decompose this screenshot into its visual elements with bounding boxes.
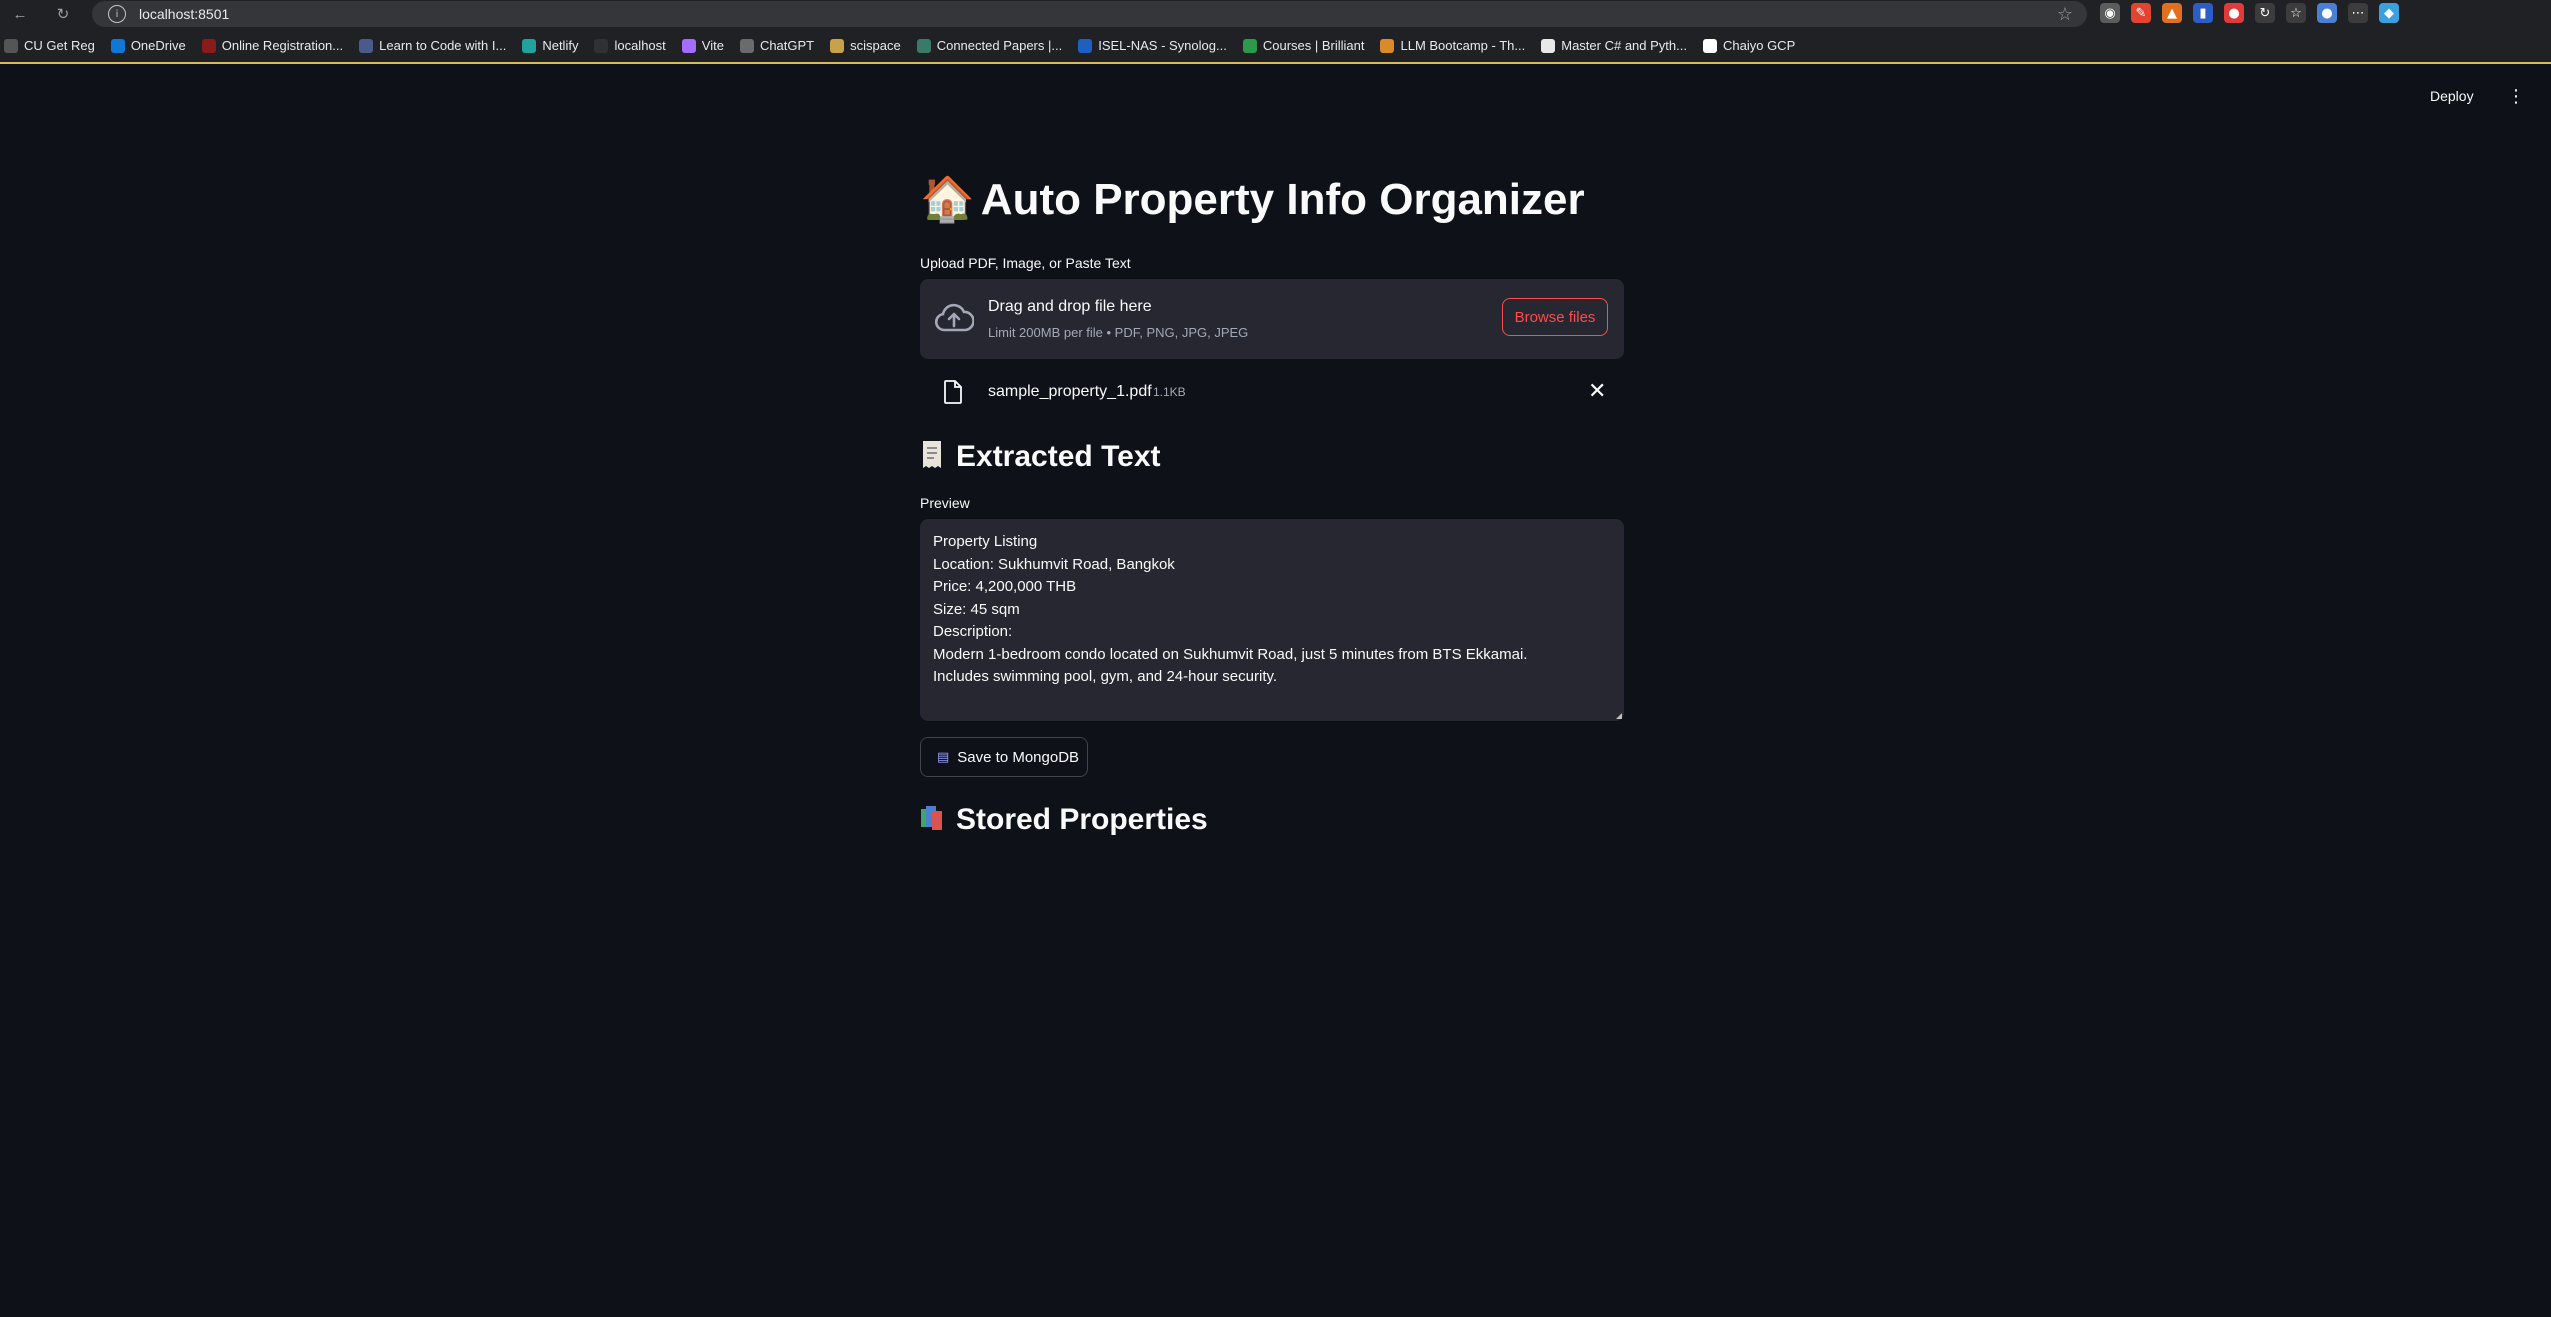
vite-icon	[681, 38, 696, 53]
bookmark-label: Master C# and Pyth...	[1561, 38, 1687, 53]
bookmark-label: Courses | Brilliant	[1262, 38, 1365, 53]
browser-toolbar: ← ↻ i localhost:8501 ☆ ◉ ✎ ▲ ▮ ● ↻ ☆ ● ⋯ ◆	[0, 0, 2551, 29]
address-bar[interactable]: i localhost:8501 ☆	[92, 1, 2087, 27]
site-info-icon[interactable]: i	[108, 5, 126, 23]
netlify-icon	[522, 38, 537, 53]
file-dropzone[interactable]: Drag and drop file here Limit 200MB per …	[920, 279, 1624, 359]
master-csharp-icon	[1541, 38, 1556, 53]
bookmark-item[interactable]: Vite	[681, 38, 724, 53]
copilot-icon[interactable]: ◆	[2379, 3, 2399, 23]
refresh-extension-icon[interactable]: ↻	[2255, 3, 2275, 23]
bookmark-label: CU Get Reg	[24, 38, 95, 53]
bookmark-item[interactable]: Chaiyo GCP	[1702, 38, 1796, 53]
bookmark-item[interactable]: OneDrive	[110, 38, 186, 53]
cu-get-reg-icon	[4, 38, 18, 53]
url-text[interactable]: localhost:8501	[139, 6, 229, 22]
brilliant-icon	[1242, 38, 1257, 53]
bookmark-item[interactable]: LLM Bootcamp - Th...	[1380, 38, 1525, 53]
bookmark-item[interactable]: CU Get Reg	[4, 38, 95, 53]
synology-icon	[1078, 38, 1093, 53]
more-icon[interactable]: ⋯	[2348, 3, 2368, 23]
bookmark-label: OneDrive	[130, 38, 186, 53]
stored-properties-heading: Stored Properties	[920, 803, 1208, 837]
uploader-label: Upload PDF, Image, or Paste Text	[920, 255, 1131, 271]
receipt-icon	[923, 441, 941, 468]
extracted-text-area[interactable]: Property Listing Location: Sukhumvit Roa…	[920, 519, 1624, 721]
favorites-icon[interactable]: ☆	[2286, 3, 2306, 23]
cloud-upload-icon	[934, 303, 974, 332]
file-limit-text: Limit 200MB per file • PDF, PNG, JPG, JP…	[988, 325, 1249, 340]
bookmark-label: scispace	[850, 38, 901, 53]
remove-file-icon[interactable]: ✕	[1588, 379, 1606, 404]
red-extension-icon[interactable]: ✎	[2131, 3, 2151, 23]
bookmark-item[interactable]: Learn to Code with I...	[359, 38, 506, 53]
bookmark-label: LLM Bootcamp - Th...	[1400, 38, 1526, 53]
extension-icons: ◉ ✎ ▲ ▮ ● ↻ ☆ ● ⋯ ◆	[2100, 3, 2399, 23]
preview-label: Preview	[920, 495, 970, 511]
resize-handle[interactable]	[1616, 713, 1622, 719]
orange-extension-icon[interactable]: ▲	[2162, 3, 2182, 23]
scispace-icon	[830, 38, 845, 53]
bookmark-label: ISEL-NAS - Synolog...	[1098, 38, 1227, 53]
books-icon	[921, 806, 942, 830]
back-icon[interactable]: ←	[9, 3, 31, 25]
extracted-text-heading-label: Extracted Text	[956, 440, 1161, 473]
uploaded-file-name: sample_property_1.pdf	[988, 383, 1152, 400]
localhost-icon	[594, 38, 609, 53]
llm-bootcamp-icon	[1380, 38, 1395, 53]
bookmark-star-icon[interactable]: ☆	[2057, 4, 2073, 25]
bookmark-item[interactable]: ChatGPT	[739, 38, 815, 53]
bookmark-item[interactable]: ISEL-NAS - Synolog...	[1078, 38, 1227, 53]
uploaded-file-row: sample_property_1.pdf 1.1KB ✕	[920, 373, 1624, 413]
reload-icon[interactable]: ↻	[52, 3, 74, 25]
browse-files-button[interactable]: Browse files	[1502, 298, 1608, 336]
stored-properties-heading-label: Stored Properties	[956, 803, 1208, 836]
save-button-label: Save to MongoDB	[957, 748, 1080, 766]
uploaded-file-size: 1.1KB	[1153, 385, 1186, 399]
mask-extension-icon[interactable]: ◉	[2100, 3, 2120, 23]
house-icon: 🏠	[920, 174, 975, 225]
save-to-mongodb-button[interactable]: ▤ Save to MongoDB	[920, 737, 1088, 777]
bookmark-item[interactable]: localhost	[594, 38, 666, 53]
bookmark-item[interactable]: Online Registration...	[201, 38, 344, 53]
bookmarks-bar: CU Get Reg OneDrive Online Registration...…	[0, 29, 2551, 64]
kebab-menu-icon[interactable]: ⋮	[2507, 86, 2525, 107]
file-icon	[944, 380, 962, 404]
chatgpt-icon	[739, 38, 754, 53]
bookmark-label: ChatGPT	[759, 38, 815, 53]
bookmark-item[interactable]: scispace	[830, 38, 901, 53]
bookmark-label: Vite	[701, 38, 724, 53]
bookmark-label: Online Registration...	[221, 38, 344, 53]
google-icon	[1702, 38, 1717, 53]
bookmark-item[interactable]: Master C# and Pyth...	[1541, 38, 1687, 53]
bookmark-label: Connected Papers |...	[936, 38, 1063, 53]
bookmark-item[interactable]: Courses | Brilliant	[1242, 38, 1365, 53]
deploy-button[interactable]: Deploy	[2430, 88, 2474, 104]
inbox-icon: ▤	[937, 749, 950, 765]
page-title-text: Auto Property Info Organizer	[980, 175, 1585, 224]
extracted-text-heading: Extracted Text	[920, 440, 1161, 474]
bookmark-label: Netlify	[542, 38, 579, 53]
connected-papers-icon	[916, 38, 931, 53]
bookmark-item[interactable]: Netlify	[522, 38, 578, 53]
bookmark-item[interactable]: Connected Papers |...	[916, 38, 1063, 53]
bookmark-label: Learn to Code with I...	[379, 38, 507, 53]
page-title: 🏠 Auto Property Info Organizer	[920, 170, 1585, 230]
onedrive-icon	[110, 38, 125, 53]
registration-icon	[201, 38, 216, 53]
learn-code-icon	[359, 38, 374, 53]
record-extension-icon[interactable]: ●	[2224, 3, 2244, 23]
profile-icon[interactable]: ●	[2317, 3, 2337, 23]
bookmark-label: Chaiyo GCP	[1722, 38, 1796, 53]
flag-extension-icon[interactable]: ▮	[2193, 3, 2213, 23]
bookmark-label: localhost	[614, 38, 666, 53]
drop-instruction: Drag and drop file here	[988, 298, 1152, 315]
